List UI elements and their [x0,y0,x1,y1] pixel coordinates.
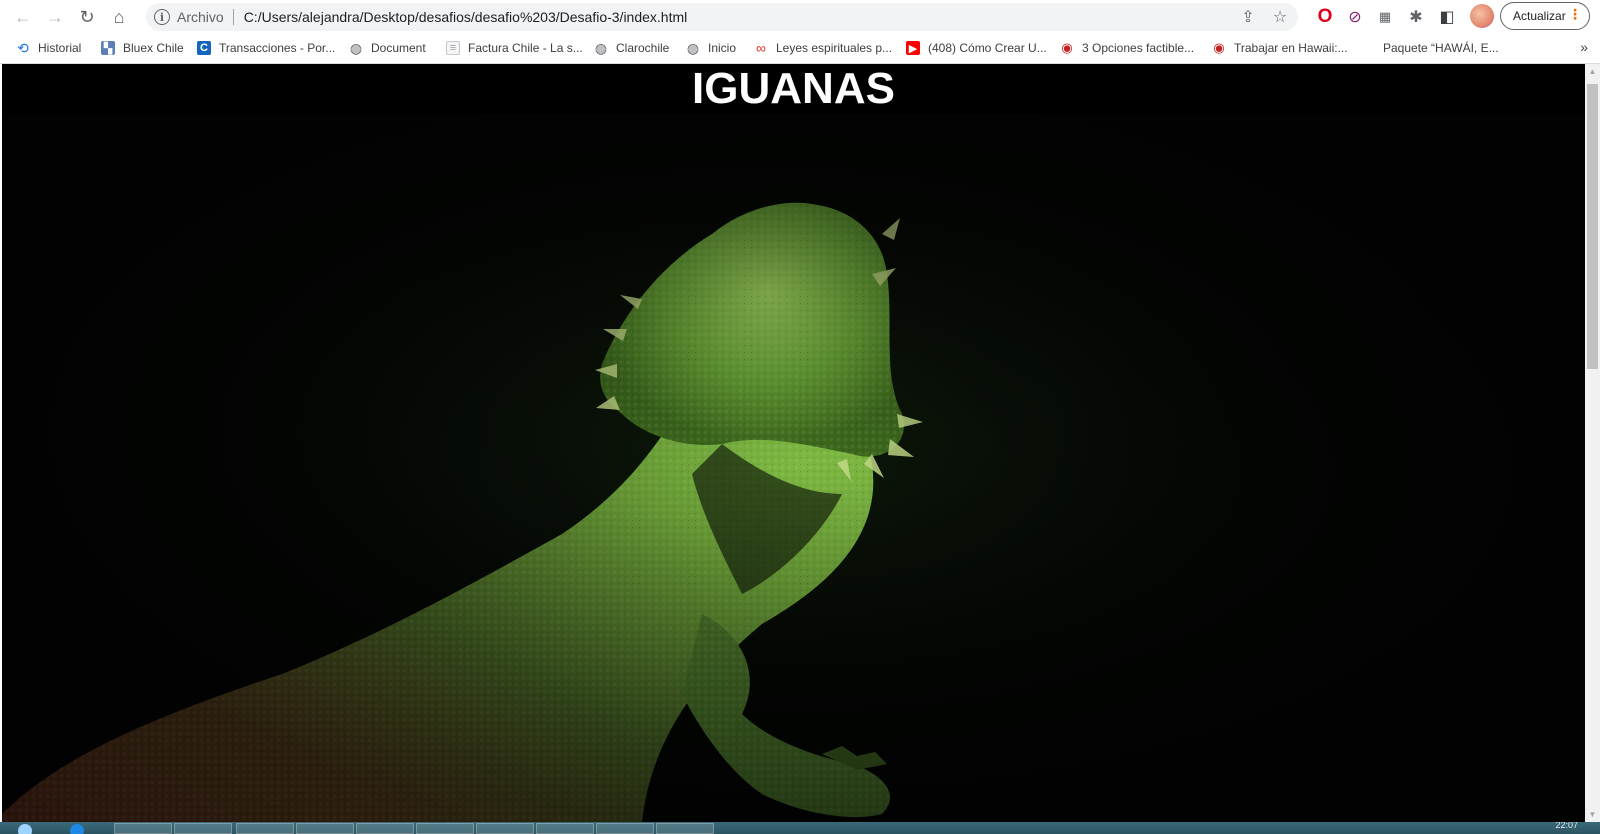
side-panel-icon[interactable]: ◧ [1436,6,1458,28]
page-header: IGUANAS [2,64,1585,114]
start-button-icon[interactable] [18,824,32,834]
bookmark-bluex[interactable]: ▚ Bluex Chile [101,39,184,57]
home-icon[interactable]: ⌂ [106,4,132,30]
document-favicon-icon: ≡ [446,41,460,55]
taskbar-item[interactable] [356,823,414,834]
red-circle-favicon-icon: ◉ [1213,40,1225,55]
url-text[interactable]: C:/Users/alejandra/Desktop/desafios/desa… [244,9,688,25]
bookmark-youtube[interactable]: ▶ (408) Cómo Crear U... [906,39,1047,57]
bluex-favicon-icon: ▚ [101,41,115,55]
bookmark-label: Inicio [708,41,737,55]
profile-avatar[interactable] [1470,4,1494,28]
globe-icon: ◍ [349,39,363,56]
globe-icon: ◍ [594,39,608,56]
chrome-taskbar-item[interactable] [236,823,294,834]
bookmark-3-opciones[interactable]: ◉ 3 Opciones factible... [1060,39,1194,57]
bookmark-factura-chile[interactable]: ≡ Factura Chile - La s... [446,39,583,57]
taskbar-item[interactable] [174,823,232,834]
vertical-scrollbar[interactable]: ▲ ▼ [1585,64,1600,822]
scroll-down-arrow-icon[interactable]: ▼ [1585,807,1600,822]
address-divider [232,9,234,25]
taskbar-item[interactable] [536,823,594,834]
bookmark-label: Bluex Chile [123,41,184,55]
youtube-icon: ▶ [906,41,920,55]
bookmark-label: Trabajar en Hawaii:... [1234,41,1348,55]
page-title: IGUANAS [692,64,895,113]
scroll-up-arrow-icon[interactable]: ▲ [1585,64,1600,79]
scroll-thumb[interactable] [1587,84,1598,369]
red-circle-favicon-icon: ◉ [1061,40,1073,55]
history-icon: ⟲ [17,39,29,56]
bearded-dragon-illustration [2,114,1585,822]
taskbar-item[interactable] [596,823,654,834]
bookmark-label: Document [371,41,426,55]
bookmark-label: (408) Cómo Crear U... [928,41,1047,55]
chevron-more-icon[interactable]: » [1580,39,1588,55]
menu-dots-icon[interactable]: ⋮ [1568,7,1582,21]
bookmark-trabajar-hawaii[interactable]: ◉ Trabajar en Hawaii:... [1212,39,1348,57]
bookmark-label: Transacciones - Por... [219,41,336,55]
extensions-puzzle-icon[interactable]: ✱ [1405,6,1427,28]
bookmark-label: Factura Chile - La s... [468,41,583,55]
bookmark-label: Historial [38,41,82,55]
bookmark-historial[interactable]: ⟲ Historial [16,39,81,57]
block-extension-icon[interactable]: ⊘ [1344,6,1366,28]
edge-taskbar-icon[interactable] [70,824,84,834]
bookmark-label: Leyes espirituales p... [776,41,893,55]
bookmarks-bar: ⟲ Historial ▚ Bluex Chile C Transaccione… [0,33,1600,64]
bookmark-inicio[interactable]: ◍ Inicio [686,39,736,57]
globe-icon: ◍ [686,39,700,56]
forward-arrow-icon[interactable]: → [42,4,68,30]
opera-extension-icon[interactable]: O [1314,6,1336,28]
reload-icon[interactable]: ↻ [74,4,100,30]
taskbar-item[interactable] [296,823,354,834]
address-bar[interactable]: i Archivo C:/Users/alejandra/Desktop/des… [146,3,1298,31]
bookmark-leyes-espirituales[interactable]: ∞ Leyes espirituales p... [754,39,892,57]
star-bookmark-icon[interactable]: ☆ [1270,7,1290,27]
taskbar-item[interactable] [476,823,534,834]
bookmark-clarochile[interactable]: ◍ Clarochile [594,39,669,57]
qr-extension-icon[interactable]: ▦ [1374,6,1396,28]
file-explorer-taskbar-item[interactable] [114,823,172,834]
update-button[interactable]: Actualizar ⋮ [1500,2,1590,30]
back-arrow-icon[interactable]: ← [10,4,36,30]
bookmark-transacciones[interactable]: C Transacciones - Por... [197,39,335,57]
omnibox-actions: ⇪ ☆ [1238,7,1290,27]
bookmark-label: Clarochile [616,41,670,55]
scheme-label: Archivo [177,9,224,25]
update-button-label: Actualizar [1513,9,1566,23]
transactions-favicon-icon: C [197,41,211,55]
bookmark-paquete-hawaii[interactable]: Paquete “HAWÁI, E... [1383,39,1499,57]
hero-image [2,114,1585,822]
leyes-favicon-icon: ∞ [756,40,766,56]
share-icon[interactable]: ⇪ [1238,7,1258,27]
browser-toolbar: ← → ↻ ⌂ i Archivo C:/Users/alejandra/Des… [0,0,1600,33]
bookmark-label: 3 Opciones factible... [1082,41,1195,55]
taskbar-clock[interactable]: 22:07 [1555,822,1578,830]
page-viewport: IGUANAS [2,64,1585,822]
info-icon[interactable]: i [154,9,170,25]
taskbar-item[interactable] [416,823,474,834]
os-taskbar: 22:07 [0,822,1600,834]
bookmark-label: Paquete “HAWÁI, E... [1383,41,1499,55]
taskbar-item[interactable] [656,823,714,834]
bookmark-document[interactable]: ◍ Document [349,39,426,57]
